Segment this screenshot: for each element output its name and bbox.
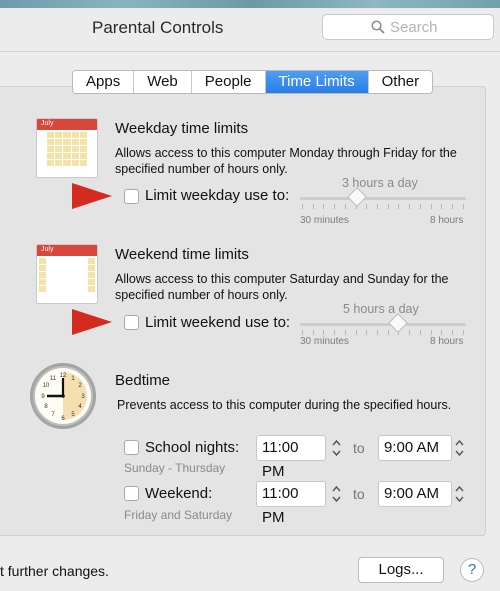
slider-tick xyxy=(430,204,432,209)
slider-tick xyxy=(312,204,314,209)
slider-tick xyxy=(355,330,357,335)
weekend-limit-label: Limit weekend use to: xyxy=(145,314,291,331)
weekday-calendar-icon: July xyxy=(36,118,98,178)
clock-face-icon: 12 12 345 678 91011 xyxy=(41,372,87,422)
clock-icon: 12 1 2 345 678 9 10 11 xyxy=(30,363,96,429)
weekend-bedtime-label: Weekend: xyxy=(145,485,213,502)
bedtime-description: Prevents access to this computer during … xyxy=(117,398,452,412)
bedtime-heading: Bedtime xyxy=(115,372,171,389)
weekend-bedtime-days: Friday and Saturday xyxy=(124,508,233,522)
weekend-bedtime-end-stepper[interactable] xyxy=(454,481,465,507)
weekend-calendar-icon: July xyxy=(36,244,98,304)
slider-tick xyxy=(430,330,432,335)
weekend-description: Allows access to this computer Saturday … xyxy=(115,272,449,302)
footer: t further changes. Logs... ? xyxy=(0,545,500,591)
tab-apps[interactable]: Apps xyxy=(73,71,135,93)
slider-tick xyxy=(441,204,443,209)
slider-tick xyxy=(366,330,368,335)
svg-text:9: 9 xyxy=(41,394,45,400)
slider-ticks xyxy=(302,330,464,335)
weekday-limit-label: Limit weekday use to: xyxy=(145,187,290,204)
school-nights-checkbox[interactable] xyxy=(124,440,139,455)
school-nights-end-stepper[interactable] xyxy=(454,435,465,461)
slider-ticks xyxy=(302,204,464,209)
weekend-limit-checkbox[interactable] xyxy=(124,315,139,330)
tab-bar: Apps Web People Time Limits Other xyxy=(72,70,434,94)
tab-web[interactable]: Web xyxy=(134,71,192,93)
slider-tick xyxy=(409,330,411,335)
search-placeholder: Search xyxy=(390,19,438,36)
calendar-grid xyxy=(37,256,97,294)
slider-tick xyxy=(302,330,303,335)
school-nights-end-time[interactable]: 9:00 AM xyxy=(378,435,452,461)
school-nights-start-time[interactable]: 11:00 PM xyxy=(256,435,326,480)
slider-tick xyxy=(398,204,400,209)
slider-tick xyxy=(452,204,454,209)
slider-tick xyxy=(334,204,336,209)
slider-tick xyxy=(462,330,464,335)
weekend-bedtime-checkbox[interactable] xyxy=(124,486,139,501)
window-title: Parental Controls xyxy=(92,18,224,37)
desktop-strip xyxy=(0,0,500,8)
slider-tick xyxy=(302,204,303,209)
slider-tick xyxy=(462,204,464,209)
school-nights-days: Sunday - Thursday xyxy=(124,461,226,475)
slider-tick xyxy=(452,330,454,335)
search-field[interactable]: Search xyxy=(322,14,494,40)
weekend-bedtime-to-label: to xyxy=(353,486,365,502)
svg-text:8: 8 xyxy=(44,404,48,410)
weekday-heading: Weekday time limits xyxy=(115,120,249,137)
school-nights-label: School nights: xyxy=(145,439,240,456)
svg-text:11: 11 xyxy=(50,376,57,382)
school-nights-to-label: to xyxy=(353,440,365,456)
weekend-bedtime-start-stepper[interactable] xyxy=(331,481,342,507)
slider-tick xyxy=(366,204,368,209)
slider-tick xyxy=(377,204,379,209)
slider-tick xyxy=(323,204,325,209)
weekend-slider-min: 30 minutes xyxy=(300,336,349,347)
slider-track xyxy=(300,323,466,326)
tab-time-limits[interactable]: Time Limits xyxy=(265,71,369,93)
calendar-month: July xyxy=(37,245,97,256)
slider-tick xyxy=(344,330,346,335)
tab-other[interactable]: Other xyxy=(368,71,433,93)
weekend-bedtime-start-time[interactable]: 11:00 PM xyxy=(256,481,326,526)
weekday-limit-checkbox[interactable] xyxy=(124,189,139,204)
slider-tick xyxy=(312,330,314,335)
slider-tick xyxy=(323,330,325,335)
lock-message: t further changes. xyxy=(0,563,109,579)
red-arrow-icon xyxy=(72,183,112,209)
calendar-grid xyxy=(37,130,97,168)
weekday-slider-min: 30 minutes xyxy=(300,215,349,226)
slider-track xyxy=(300,197,466,200)
slider-tick xyxy=(419,204,421,209)
slider-tick xyxy=(409,204,411,209)
slider-tick xyxy=(334,330,336,335)
logs-button[interactable]: Logs... xyxy=(358,557,444,583)
slider-tick xyxy=(387,330,389,335)
svg-text:10: 10 xyxy=(43,383,50,389)
weekend-heading: Weekend time limits xyxy=(115,246,249,263)
title-bar: Parental Controls Search xyxy=(0,8,500,52)
slider-tick xyxy=(419,330,421,335)
calendar-month: July xyxy=(37,119,97,130)
slider-tick xyxy=(387,204,389,209)
svg-text:7: 7 xyxy=(51,412,55,418)
tab-people[interactable]: People xyxy=(191,71,266,93)
weekday-slider-max: 8 hours xyxy=(430,215,464,226)
slider-tick xyxy=(441,330,443,335)
weekend-bedtime-end-time[interactable]: 9:00 AM xyxy=(378,481,452,507)
school-nights-start-stepper[interactable] xyxy=(331,435,342,461)
weekend-slider-max: 8 hours xyxy=(430,336,464,347)
red-arrow-icon xyxy=(72,309,112,335)
help-button[interactable]: ? xyxy=(460,558,484,582)
slider-tick xyxy=(344,204,346,209)
slider-tick xyxy=(377,330,379,335)
weekday-description: Allows access to this computer Monday th… xyxy=(115,146,457,176)
search-icon xyxy=(371,20,385,34)
